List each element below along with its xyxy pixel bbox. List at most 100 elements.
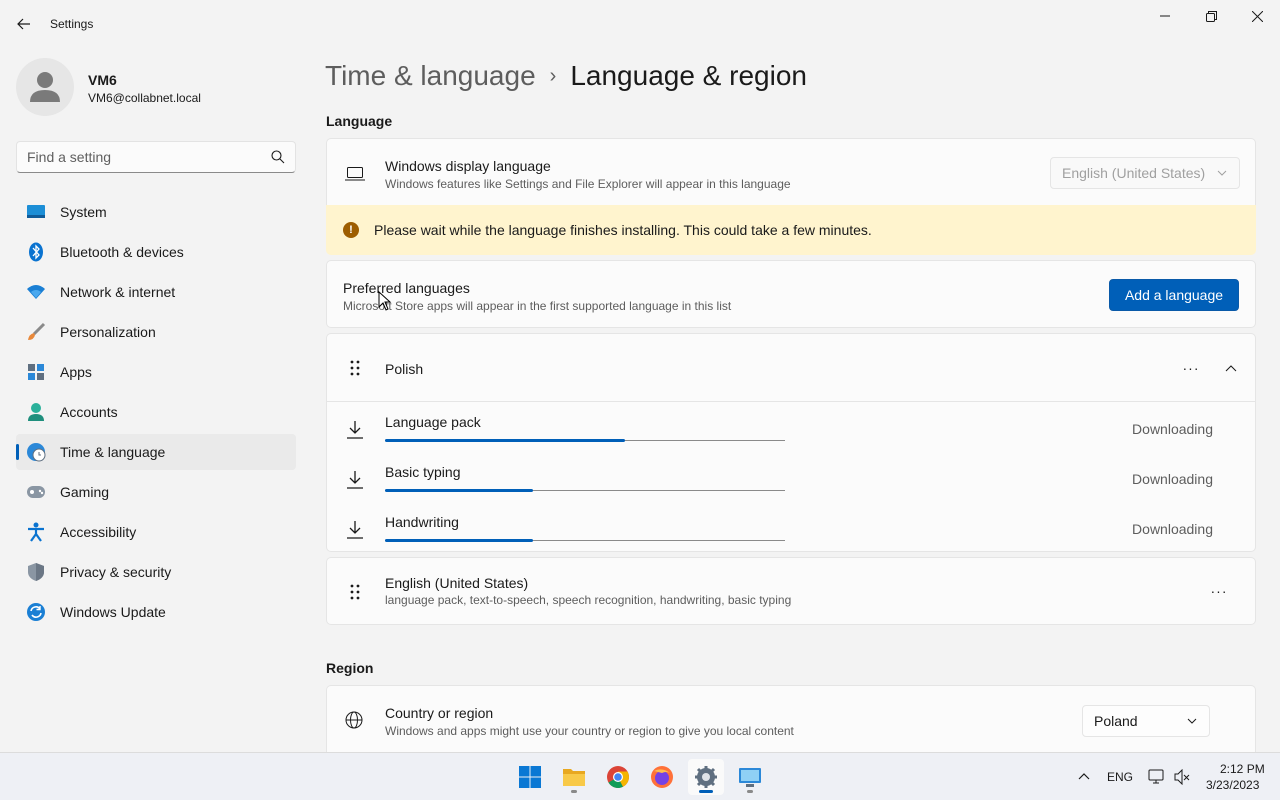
taskbar: ENG 2:12 PM 3/23/2023: [0, 752, 1280, 800]
more-options-icon: ···: [1182, 360, 1200, 376]
user-name: VM6: [88, 72, 117, 88]
language-features: language pack, text-to-speech, speech re…: [385, 593, 792, 607]
breadcrumb-separator: ›: [549, 64, 557, 87]
sidebar-nav: System Bluetooth & devices Network & int…: [16, 194, 296, 634]
display-language-dropdown[interactable]: English (United States): [1050, 157, 1240, 189]
search-box: [16, 141, 296, 173]
app-title: Settings: [50, 17, 94, 31]
chrome-icon: [607, 766, 629, 788]
sidebar-item-network[interactable]: Network & internet: [16, 274, 296, 310]
preferred-languages-description: Microsoft Store apps will appear in the …: [343, 299, 732, 313]
file-explorer-icon: [563, 769, 585, 786]
chevron-down-icon: [1217, 170, 1227, 176]
apps-icon: [26, 362, 46, 382]
sidebar-item-system[interactable]: System: [16, 194, 296, 230]
add-language-button[interactable]: Add a language: [1109, 279, 1239, 311]
sidebar-item-personalization[interactable]: Personalization: [16, 314, 296, 350]
more-options-icon: ···: [1210, 583, 1228, 599]
user-profile[interactable]: VM6 VM6@collabnet.local: [16, 58, 296, 118]
progress-fill: [385, 539, 533, 542]
sidebar-item-accounts[interactable]: Accounts: [16, 394, 296, 430]
language-name: Polish: [385, 361, 424, 377]
country-region-value: Poland: [1094, 713, 1138, 729]
chevron-down-icon: [1187, 718, 1197, 724]
country-region-dropdown[interactable]: Poland: [1082, 705, 1210, 737]
sidebar-item-windows-update[interactable]: Windows Update: [16, 594, 296, 630]
warning-text: Please wait while the language finishes …: [374, 222, 872, 238]
collapse-button[interactable]: [1217, 354, 1245, 382]
mouse-cursor-icon: [378, 291, 392, 311]
sidebar-item-bluetooth[interactable]: Bluetooth & devices: [16, 234, 296, 270]
progress-bar: [385, 439, 785, 442]
country-region-card: Country or region Windows and apps might…: [326, 685, 1256, 752]
brush-icon: [26, 322, 46, 342]
download-name: Language pack: [385, 414, 481, 430]
sidebar-item-apps[interactable]: Apps: [16, 354, 296, 390]
download-icon: [347, 521, 363, 539]
drag-handle-icon[interactable]: [349, 584, 361, 600]
restore-button[interactable]: [1188, 4, 1234, 28]
more-options-button[interactable]: ···: [1177, 354, 1205, 382]
firefox-icon: [651, 766, 673, 788]
sidebar-item-accessibility[interactable]: Accessibility: [16, 514, 296, 550]
preferred-languages-card: Preferred languages Microsoft Store apps…: [326, 260, 1256, 328]
language-card-polish: Polish ··· Language pack Downloading Bas…: [326, 333, 1256, 552]
download-name: Basic typing: [385, 464, 461, 480]
search-icon[interactable]: [271, 150, 285, 164]
chevron-up-icon: [1225, 365, 1237, 372]
input-language-indicator[interactable]: ENG: [1107, 770, 1133, 784]
drag-handle-icon[interactable]: [349, 360, 361, 376]
install-warning-banner: ! Please wait while the language finishe…: [326, 205, 1256, 255]
taskbar-firefox[interactable]: [644, 759, 680, 795]
start-button[interactable]: [512, 759, 548, 795]
sidebar-item-gaming[interactable]: Gaming: [16, 474, 296, 510]
clock-time[interactable]: 2:12 PM: [1220, 762, 1265, 776]
taskbar-settings[interactable]: [688, 759, 724, 795]
shield-icon: [26, 562, 46, 582]
language-name: English (United States): [385, 575, 529, 591]
bluetooth-icon: [26, 242, 46, 262]
globe-icon: [345, 711, 363, 729]
remote-desktop-icon: [739, 768, 761, 787]
sidebar-item-privacy[interactable]: Privacy & security: [16, 554, 296, 590]
volume-muted-icon[interactable]: [1174, 769, 1190, 785]
close-button[interactable]: [1234, 4, 1280, 28]
taskbar-chrome[interactable]: [600, 759, 636, 795]
taskbar-remote-desktop[interactable]: [732, 759, 768, 795]
language-section-title: Language: [326, 113, 393, 129]
avatar: [16, 58, 74, 116]
download-name: Handwriting: [385, 514, 459, 530]
language-header-polish[interactable]: Polish ···: [327, 334, 1255, 402]
back-button[interactable]: [10, 10, 38, 38]
region-section-title: Region: [326, 660, 374, 676]
display-language-title: Windows display language: [385, 158, 551, 174]
country-region-description: Windows and apps might use your country …: [385, 724, 794, 738]
sidebar-item-time-language[interactable]: Time & language: [16, 434, 296, 470]
download-status: Downloading: [1132, 471, 1213, 487]
active-indicator: [699, 790, 713, 793]
taskbar-file-explorer[interactable]: [556, 759, 592, 795]
progress-bar: [385, 539, 785, 542]
more-options-button[interactable]: ···: [1205, 577, 1233, 605]
network-icon[interactable]: [1148, 769, 1166, 785]
minimize-button[interactable]: [1142, 4, 1188, 28]
gamepad-icon: [26, 482, 46, 502]
user-silhouette-icon: [30, 72, 60, 102]
warning-icon: !: [343, 222, 359, 238]
breadcrumb-parent[interactable]: Time & language: [325, 60, 536, 92]
search-input[interactable]: [17, 142, 295, 172]
running-indicator: [747, 790, 753, 793]
preferred-languages-title: Preferred languages: [343, 280, 470, 296]
download-row-basic-typing: Basic typing Downloading: [327, 453, 1257, 503]
download-icon: [347, 471, 363, 489]
restore-icon: [1205, 10, 1217, 22]
accessibility-icon: [26, 522, 46, 542]
clock-date[interactable]: 3/23/2023: [1206, 778, 1259, 792]
show-hidden-icons-icon[interactable]: [1078, 772, 1090, 780]
update-icon: [26, 602, 46, 622]
language-card-english[interactable]: English (United States) language pack, t…: [326, 557, 1256, 625]
account-icon: [26, 402, 46, 422]
settings-icon: [695, 766, 717, 788]
breadcrumb: Time & language › Language & region: [325, 58, 807, 94]
download-status: Downloading: [1132, 521, 1213, 537]
